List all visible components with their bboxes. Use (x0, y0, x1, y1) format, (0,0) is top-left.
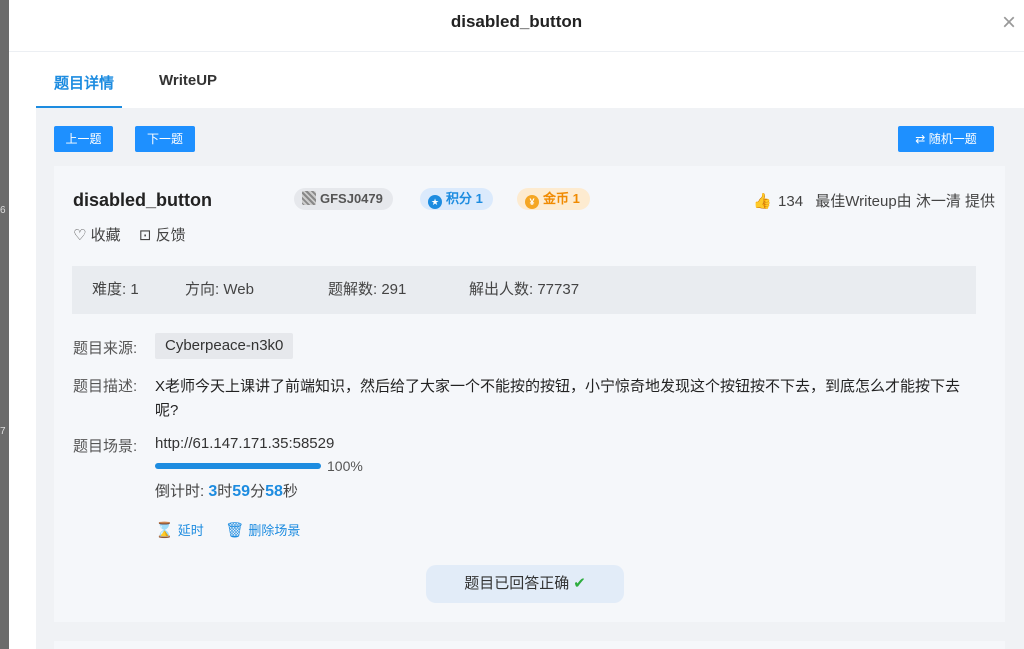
countdown-seconds: 58 (265, 483, 283, 500)
progress-text: 100% (327, 458, 363, 474)
favorite-button[interactable]: ♡ 收藏 (73, 227, 121, 244)
content-area: 上一题 下一题 ⇄ 随机一题 disabled_button GFSJ0479 … (36, 108, 1024, 649)
backdrop-text: 7 (0, 426, 6, 437)
prev-challenge-button[interactable]: 上一题 (54, 126, 113, 152)
feedback-icon: ⊡ (138, 227, 152, 244)
countdown-minutes: 59 (232, 483, 251, 500)
stats-bar: 难度: 1 方向: Web 题解数: 291 解出人数: 77737 (72, 266, 976, 314)
backdrop: 6 7 (0, 0, 9, 649)
solve-count: 题解数: 291 (328, 281, 407, 298)
source-label: 题目来源: (73, 340, 138, 357)
qr-icon (302, 191, 316, 205)
countdown: 倒计时: 3时59分58秒 (155, 480, 298, 501)
thumbs-up-icon[interactable]: 👍 (753, 192, 772, 210)
coin-value: 金币 1 (543, 191, 580, 206)
trash-icon: 🗑 (225, 522, 245, 539)
challenge-card: disabled_button GFSJ0479 ★ 积分 1 ¥ 金币 1 👍 13… (54, 166, 1005, 622)
modal-title: disabled_button (450, 12, 583, 31)
coin-badge: ¥ 金币 1 (517, 188, 590, 210)
next-challenge-button[interactable]: 下一题 (135, 126, 195, 152)
difficulty: 难度: 1 (92, 281, 139, 298)
tab-details[interactable]: 题目详情 (54, 72, 114, 93)
scene-actions: ⌛ 延时 🗑 删除场景 (155, 520, 300, 539)
countdown-hours: 3 (208, 483, 218, 500)
description-label: 题目描述: (73, 378, 138, 395)
best-writeup-text[interactable]: 最佳Writeup由 沐一清 提供 (815, 193, 995, 210)
challenge-modal: disabled_button × 题目详情 WriteUP 上一题 下一题 ⇄… (9, 0, 1024, 649)
heart-icon: ♡ (73, 227, 87, 244)
description-text: X老师今天上课讲了前端知识，然后给了大家一个不能按的按钮，小宁惊奇地发现这个按钮… (155, 378, 961, 419)
progress-fill (155, 463, 321, 469)
scene-url[interactable]: http://61.147.171.35:58529 (155, 435, 334, 452)
score-badge: ★ 积分 1 (420, 188, 493, 210)
direction: 方向: Web (185, 281, 254, 298)
star-icon: ★ (428, 195, 442, 209)
seconds-unit: 秒 (282, 483, 298, 500)
tab-writeup[interactable]: WriteUP (159, 72, 217, 89)
random-challenge-label: 随机一题 (928, 132, 977, 146)
delete-scene-label: 删除场景 (248, 523, 301, 538)
countdown-prefix: 倒计时: (155, 483, 209, 500)
challenge-id-badge: GFSJ0479 (294, 188, 393, 210)
extend-button[interactable]: ⌛ 延时 (155, 522, 204, 539)
source-tag: Cyberpeace-n3k0 (155, 333, 294, 359)
lower-card (54, 641, 1005, 649)
answered-status: 题目已回答正确 ✔ (426, 565, 624, 603)
close-icon[interactable]: × (996, 10, 1022, 36)
score-value: 积分 1 (446, 191, 483, 206)
challenge-actions: ♡ 收藏 ⊡ 反馈 (73, 224, 186, 245)
minutes-unit: 分 (250, 483, 266, 500)
extend-label: 延时 (177, 523, 204, 538)
backdrop-text: 6 (0, 205, 6, 216)
solver-count: 解出人数: 77737 (469, 281, 580, 298)
likes-info: 👍 134 最佳Writeup由 沐一清 提供 (753, 190, 995, 211)
scene-progress-bar (155, 463, 321, 469)
hours-unit: 时 (217, 483, 233, 500)
challenge-id: GFSJ0479 (320, 191, 383, 206)
answered-label: 题目已回答正确 (464, 575, 570, 592)
scene-label: 题目场景: (73, 438, 138, 455)
coin-icon: ¥ (525, 195, 539, 209)
shuffle-icon: ⇄ (915, 132, 926, 146)
challenge-name: disabled_button (73, 190, 212, 210)
feedback-button[interactable]: ⊡ 反馈 (139, 227, 186, 244)
like-count: 134 (778, 193, 804, 210)
check-icon: ✔ (573, 575, 586, 592)
random-challenge-button[interactable]: ⇄ 随机一题 (898, 126, 994, 152)
hourglass-icon: ⌛ (155, 522, 174, 539)
modal-header: disabled_button × (9, 0, 1024, 52)
feedback-label: 反馈 (155, 227, 186, 244)
favorite-label: 收藏 (90, 227, 121, 244)
delete-scene-button[interactable]: 🗑 删除场景 (225, 522, 301, 539)
